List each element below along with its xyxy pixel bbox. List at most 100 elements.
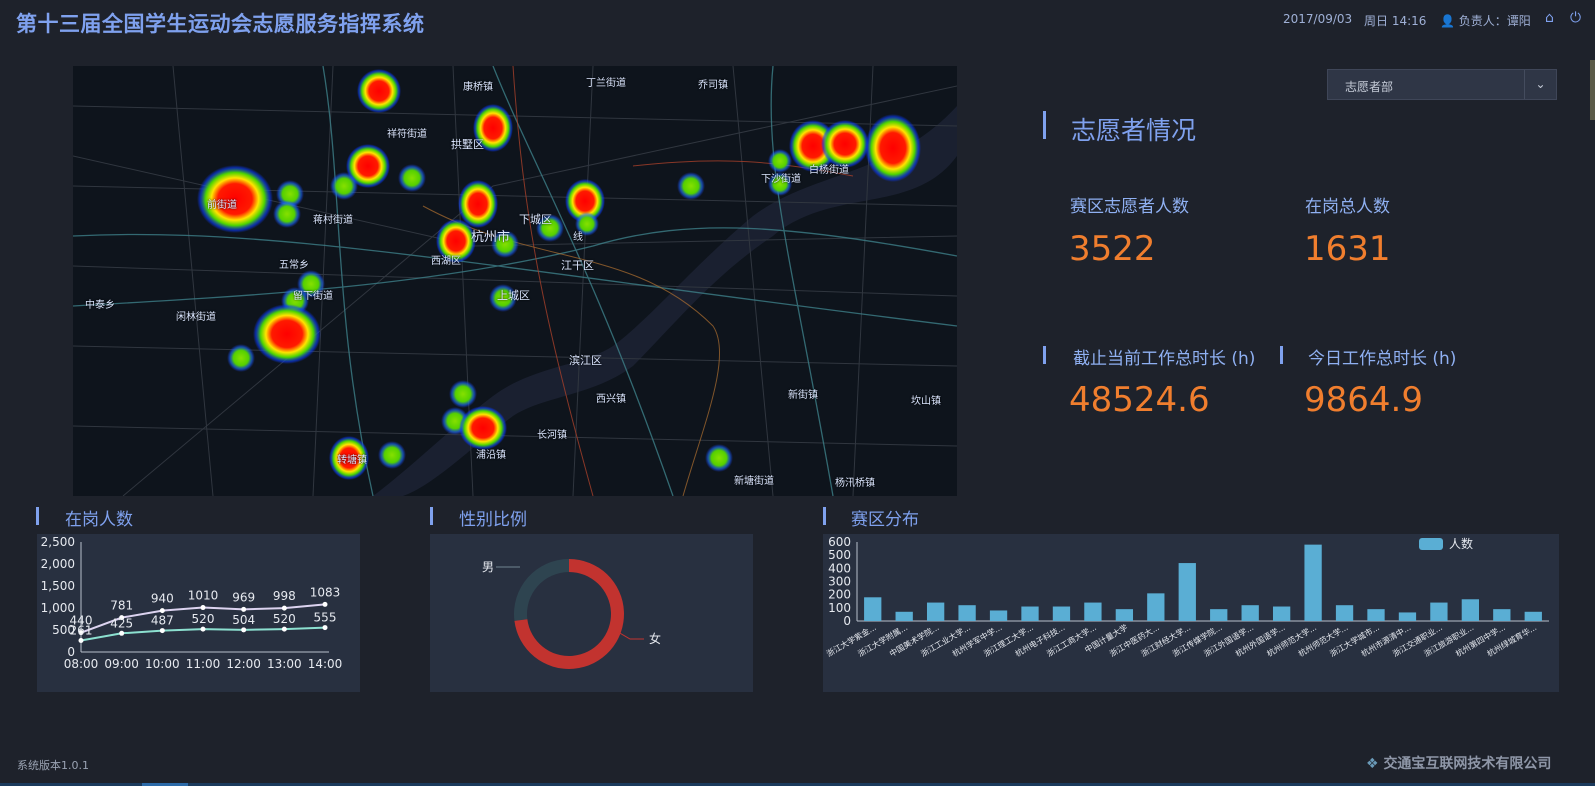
y-tick-label: 100 bbox=[828, 601, 851, 615]
bar bbox=[1304, 544, 1322, 621]
map-label: 五常乡 bbox=[279, 260, 309, 271]
map-label: 杨汛桥镇 bbox=[835, 478, 875, 489]
area-volunteers-value: 3522 bbox=[1069, 229, 1156, 269]
map-label: 拱墅区 bbox=[451, 138, 484, 151]
y-tick-label: 300 bbox=[828, 575, 851, 589]
map-label: 新街镇 bbox=[788, 390, 818, 401]
side-scroll-handle[interactable] bbox=[1590, 60, 1595, 120]
bar bbox=[1210, 609, 1228, 621]
data-point bbox=[281, 626, 287, 632]
company-info: ❖ 交通宝互联网技术有限公司 bbox=[1366, 753, 1551, 773]
section-marker bbox=[36, 507, 39, 525]
y-tick-label: 1,500 bbox=[41, 579, 75, 593]
bar bbox=[1241, 605, 1259, 621]
donut-slice bbox=[514, 559, 569, 621]
area-volunteers-label: 赛区志愿者人数 bbox=[1070, 197, 1189, 217]
home-icon[interactable]: ⌂ bbox=[1545, 10, 1554, 26]
bar bbox=[1084, 602, 1102, 621]
map-label: 下城区 bbox=[519, 213, 552, 226]
bar bbox=[1398, 612, 1417, 621]
map-label: 浦沿镇 bbox=[476, 450, 506, 461]
bar bbox=[864, 597, 882, 621]
bar bbox=[1052, 606, 1071, 621]
data-point bbox=[322, 625, 328, 631]
onduty-heading: 在岗人数 bbox=[65, 510, 133, 530]
today-hours-label: 今日工作总时长 (h) bbox=[1308, 349, 1457, 369]
user-icon: 👤 bbox=[1440, 14, 1455, 28]
map-label: 新塘街道 bbox=[734, 476, 774, 487]
data-label: 425 bbox=[110, 616, 133, 630]
onduty-chart-panel: 0 500 1,000 1,500 2,000 2,500 08:00 09:00 10:00 1… bbox=[37, 534, 360, 692]
map-label: 杭州市 bbox=[471, 230, 511, 245]
data-label: 504 bbox=[232, 613, 255, 627]
map-label: 前街道 bbox=[207, 200, 237, 211]
chevron-down-icon[interactable]: ⌄ bbox=[1524, 70, 1556, 99]
map-label: 乔司镇 bbox=[698, 80, 728, 91]
bar bbox=[1493, 609, 1511, 621]
map-label: 白杨街道 bbox=[809, 165, 849, 176]
x-tick-label: 08:00 bbox=[64, 657, 99, 671]
data-label: 1083 bbox=[310, 585, 341, 599]
gender-chart-panel: 男女 bbox=[430, 534, 753, 692]
data-label: 555 bbox=[314, 611, 337, 625]
data-point bbox=[200, 626, 206, 632]
y-tick-label: 600 bbox=[828, 535, 851, 549]
app-title: 第十三届全国学生运动会志愿服务指挥系统 bbox=[16, 12, 425, 36]
gender-heading: 性别比例 bbox=[459, 510, 527, 530]
x-tick-label: 09:00 bbox=[104, 657, 139, 671]
section-marker bbox=[1043, 111, 1046, 139]
version-text: 系统版本1.0.1 bbox=[17, 759, 89, 772]
map-label: 上城区 bbox=[497, 289, 530, 302]
data-point bbox=[241, 606, 247, 612]
bar bbox=[895, 611, 913, 621]
map-label: 留下街道 bbox=[293, 291, 333, 302]
bar bbox=[1367, 609, 1385, 621]
data-point bbox=[159, 628, 165, 634]
owner-label: 负责人：谭阳 bbox=[1458, 14, 1531, 28]
bar bbox=[1178, 563, 1196, 621]
map-label: 丁兰街道 bbox=[586, 78, 626, 89]
data-label: 1010 bbox=[188, 589, 219, 603]
legend-label: 人数 bbox=[1449, 536, 1473, 551]
data-label: 487 bbox=[151, 614, 174, 628]
onduty-total-label: 在岗总人数 bbox=[1305, 197, 1390, 217]
section-marker bbox=[1280, 346, 1283, 364]
data-point bbox=[200, 605, 206, 611]
bar bbox=[989, 610, 1008, 621]
total-hours-label: 截止当前工作总时长 (h) bbox=[1073, 349, 1256, 369]
cube-icon: ❖ bbox=[1366, 756, 1379, 772]
bar bbox=[958, 605, 976, 621]
y-tick-label: 2,000 bbox=[41, 557, 75, 571]
data-label: 940 bbox=[151, 592, 174, 606]
x-tick-label: 14:00 bbox=[308, 657, 343, 671]
area-chart-panel: 0 100 200 300 400 500 600 浙江大学紫金... 浙江大学附属... 中国美… bbox=[823, 534, 1559, 692]
company-name: 交通宝互联网技术有限公司 bbox=[1383, 756, 1552, 772]
area-bar-chart: 0100200300400500600浙江大学紫金...浙江大学附属...中国美… bbox=[825, 535, 1549, 659]
today-hours-value: 9864.9 bbox=[1304, 380, 1423, 420]
map-label: 长河镇 bbox=[537, 430, 567, 441]
y-tick-label: 200 bbox=[828, 588, 851, 602]
slice-label: 男 bbox=[482, 560, 494, 574]
map-label: 祥符街道 bbox=[387, 129, 427, 140]
x-tick-label: 11:00 bbox=[186, 657, 221, 671]
x-tick-label: 13:00 bbox=[267, 657, 302, 671]
slice-label: 女 bbox=[649, 631, 661, 646]
heatmap-map[interactable]: 康桥镇 丁兰街道 乔司镇 祥符街道 拱墅区 下沙街道 白杨街道 前街道 蒋村街道… bbox=[73, 66, 957, 496]
section-marker bbox=[823, 507, 826, 525]
bar bbox=[1147, 593, 1165, 621]
y-tick-label: 0 bbox=[843, 614, 851, 628]
data-point bbox=[241, 627, 247, 633]
leader-line bbox=[617, 631, 644, 640]
map-label: 康桥镇 bbox=[463, 82, 493, 93]
bar bbox=[1272, 606, 1291, 621]
data-point bbox=[78, 638, 84, 644]
department-select[interactable]: 志愿者部 ⌄ bbox=[1327, 69, 1557, 100]
map-label: 中泰乡 bbox=[85, 300, 115, 311]
map-label: 转塘镇 bbox=[337, 455, 367, 466]
power-icon[interactable]: ⏻ bbox=[1570, 10, 1581, 26]
map-label: 线 bbox=[573, 232, 583, 243]
y-tick-label: 2,500 bbox=[41, 535, 75, 549]
data-label: 520 bbox=[192, 612, 215, 626]
bar bbox=[1335, 605, 1354, 621]
bar bbox=[926, 602, 945, 621]
